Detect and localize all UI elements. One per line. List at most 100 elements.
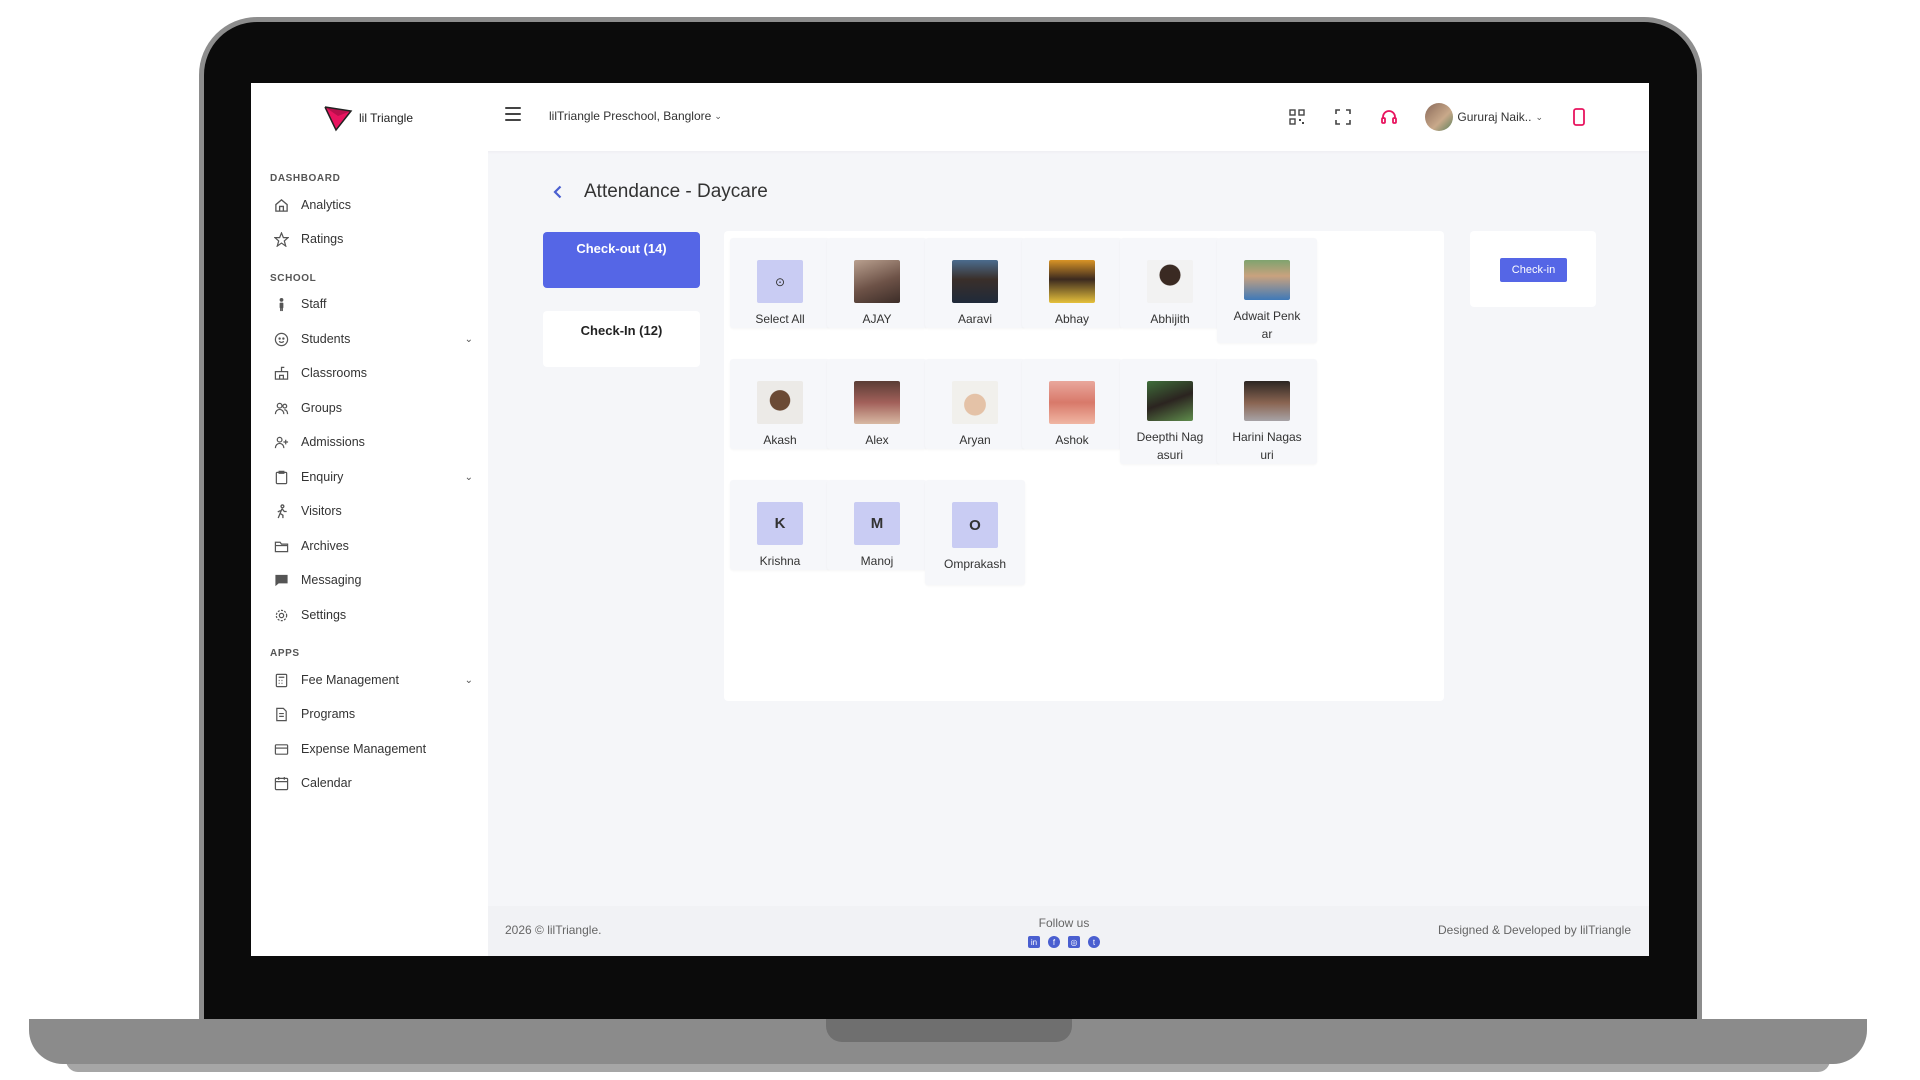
- chat-icon: [273, 572, 289, 588]
- page-header: Attendance - Daycare: [550, 181, 768, 203]
- check-in-button[interactable]: Check-in: [1500, 258, 1567, 282]
- student-photo: [1049, 381, 1095, 424]
- sidebar-item-messaging[interactable]: Messaging: [273, 567, 473, 593]
- tab-checkin[interactable]: Check-In (12): [543, 311, 700, 367]
- sidebar-item-expense-management[interactable]: Expense Management: [273, 736, 473, 762]
- fullscreen-icon[interactable]: [1333, 107, 1353, 127]
- linkedin-icon[interactable]: in: [1028, 936, 1040, 948]
- facebook-icon[interactable]: f: [1048, 936, 1060, 948]
- sidebar: DASHBOARD Analytics Ratings SCHOOL Staff…: [251, 151, 488, 956]
- student-card[interactable]: Ashok: [1022, 359, 1122, 449]
- group-icon: [273, 400, 289, 416]
- chevron-down-icon: ⌄: [714, 110, 722, 121]
- top-icons: Gururaj Naik.. ⌄: [1287, 103, 1589, 131]
- add-person-icon: [273, 434, 289, 450]
- sidebar-item-classrooms[interactable]: Classrooms: [273, 360, 473, 386]
- student-initial: O: [952, 502, 998, 548]
- sidebar-item-visitors[interactable]: Visitors: [273, 498, 473, 524]
- user-menu[interactable]: Gururaj Naik.. ⌄: [1425, 103, 1543, 131]
- sidebar-item-label: Analytics: [301, 198, 352, 212]
- sidebar-item-label: Students: [301, 332, 351, 346]
- sidebar-item-students[interactable]: Students ⌄: [273, 326, 473, 352]
- sidebar-item-label: Expense Management: [301, 742, 427, 756]
- sidebar-item-fee-management[interactable]: Fee Management ⌄: [273, 667, 473, 693]
- sidebar-item-analytics[interactable]: Analytics: [273, 192, 473, 218]
- tab-checkout[interactable]: Check-out (14): [543, 232, 700, 288]
- student-photo: [952, 260, 998, 303]
- student-photo: [1147, 381, 1193, 421]
- top-bar: lil Triangle lilTriangle Preschool, Bang…: [251, 83, 1649, 151]
- sidebar-item-groups[interactable]: Groups: [273, 395, 473, 421]
- sidebar-item-programs[interactable]: Programs: [273, 701, 473, 727]
- action-panel: Check-in: [1470, 231, 1596, 307]
- school-selector[interactable]: lilTriangle Preschool, Banglore ⌄: [549, 109, 722, 123]
- student-name: Deepthi Nagasuri: [1136, 430, 1204, 462]
- section-apps: APPS: [270, 648, 300, 659]
- qr-grid-icon[interactable]: [1287, 107, 1307, 127]
- student-card[interactable]: O Omprakash: [925, 480, 1025, 585]
- student-card[interactable]: Alex: [827, 359, 927, 449]
- sidebar-item-label: Calendar: [301, 776, 352, 790]
- twitter-icon[interactable]: t: [1088, 936, 1100, 948]
- sidebar-item-ratings[interactable]: Ratings: [273, 226, 473, 252]
- sidebar-item-enquiry[interactable]: Enquiry ⌄: [273, 464, 473, 490]
- student-card[interactable]: Abhijith: [1120, 238, 1220, 328]
- student-name: Manoj: [860, 554, 894, 568]
- student-photo: [854, 381, 900, 424]
- menu-icon[interactable]: [505, 107, 521, 123]
- student-card[interactable]: Abhay: [1022, 238, 1122, 328]
- student-name: AJAY: [862, 312, 892, 326]
- sidebar-item-calendar[interactable]: Calendar: [273, 770, 473, 796]
- student-name: Akash: [763, 433, 797, 447]
- sidebar-item-admissions[interactable]: Admissions: [273, 429, 473, 455]
- chevron-left-icon[interactable]: [550, 184, 566, 200]
- mobile-icon[interactable]: [1569, 107, 1589, 127]
- social-links: in f ◎ t: [1028, 936, 1100, 948]
- sidebar-item-archives[interactable]: Archives: [273, 533, 473, 559]
- triangle-logo-icon: [324, 106, 353, 132]
- card-icon: [273, 741, 289, 757]
- calendar-icon: [273, 775, 289, 791]
- student-photo: [1244, 381, 1290, 421]
- classroom-icon: [273, 365, 289, 381]
- student-card[interactable]: Akash: [730, 359, 830, 449]
- copyright: 2026 © lilTriangle.: [505, 923, 602, 937]
- calculator-icon: [273, 672, 289, 688]
- sidebar-item-label: Enquiry: [301, 470, 344, 484]
- chevron-down-icon: ⌄: [464, 471, 473, 483]
- instagram-icon[interactable]: ◎: [1068, 936, 1080, 948]
- student-card[interactable]: Aryan: [925, 359, 1025, 449]
- person-icon: [273, 296, 289, 312]
- student-name: Aaravi: [957, 312, 992, 326]
- logo[interactable]: lil Triangle: [323, 103, 413, 133]
- student-initial: K: [757, 502, 803, 545]
- student-card[interactable]: Aaravi: [925, 238, 1025, 328]
- student-name: Adwait Penkar: [1233, 309, 1301, 341]
- student-card[interactable]: Adwait Penkar: [1217, 238, 1317, 343]
- student-card[interactable]: Harini Nagasuri: [1217, 359, 1317, 464]
- face-icon: [273, 331, 289, 347]
- select-all-card[interactable]: ⊙ Select All: [730, 238, 830, 328]
- student-name: Krishna: [759, 554, 801, 568]
- student-photo: [1049, 260, 1095, 303]
- sidebar-item-staff[interactable]: Staff: [273, 291, 473, 317]
- student-name: Omprakash: [943, 557, 1007, 571]
- student-card[interactable]: Deepthi Nagasuri: [1120, 359, 1220, 464]
- main-content: Attendance - Daycare Check-out (14) Chec…: [488, 151, 1649, 956]
- chevron-down-icon: ⌄: [1535, 111, 1543, 122]
- student-card[interactable]: K Krishna: [730, 480, 830, 570]
- page-title: Attendance - Daycare: [584, 181, 768, 202]
- section-school: SCHOOL: [270, 273, 317, 284]
- student-name: Alex: [865, 433, 889, 447]
- chevron-down-icon: ⌄: [464, 674, 473, 686]
- sidebar-item-settings[interactable]: Settings: [273, 602, 473, 628]
- student-photo: [1147, 260, 1193, 303]
- headset-icon[interactable]: [1379, 107, 1399, 127]
- clipboard-icon: [273, 469, 289, 485]
- student-card[interactable]: M Manoj: [827, 480, 927, 570]
- sidebar-item-label: Admissions: [301, 435, 365, 449]
- credit: Designed & Developed by lilTriangle: [1438, 923, 1631, 937]
- student-card[interactable]: AJAY: [827, 238, 927, 328]
- gear-icon: [273, 607, 289, 623]
- sidebar-item-label: Archives: [301, 539, 349, 553]
